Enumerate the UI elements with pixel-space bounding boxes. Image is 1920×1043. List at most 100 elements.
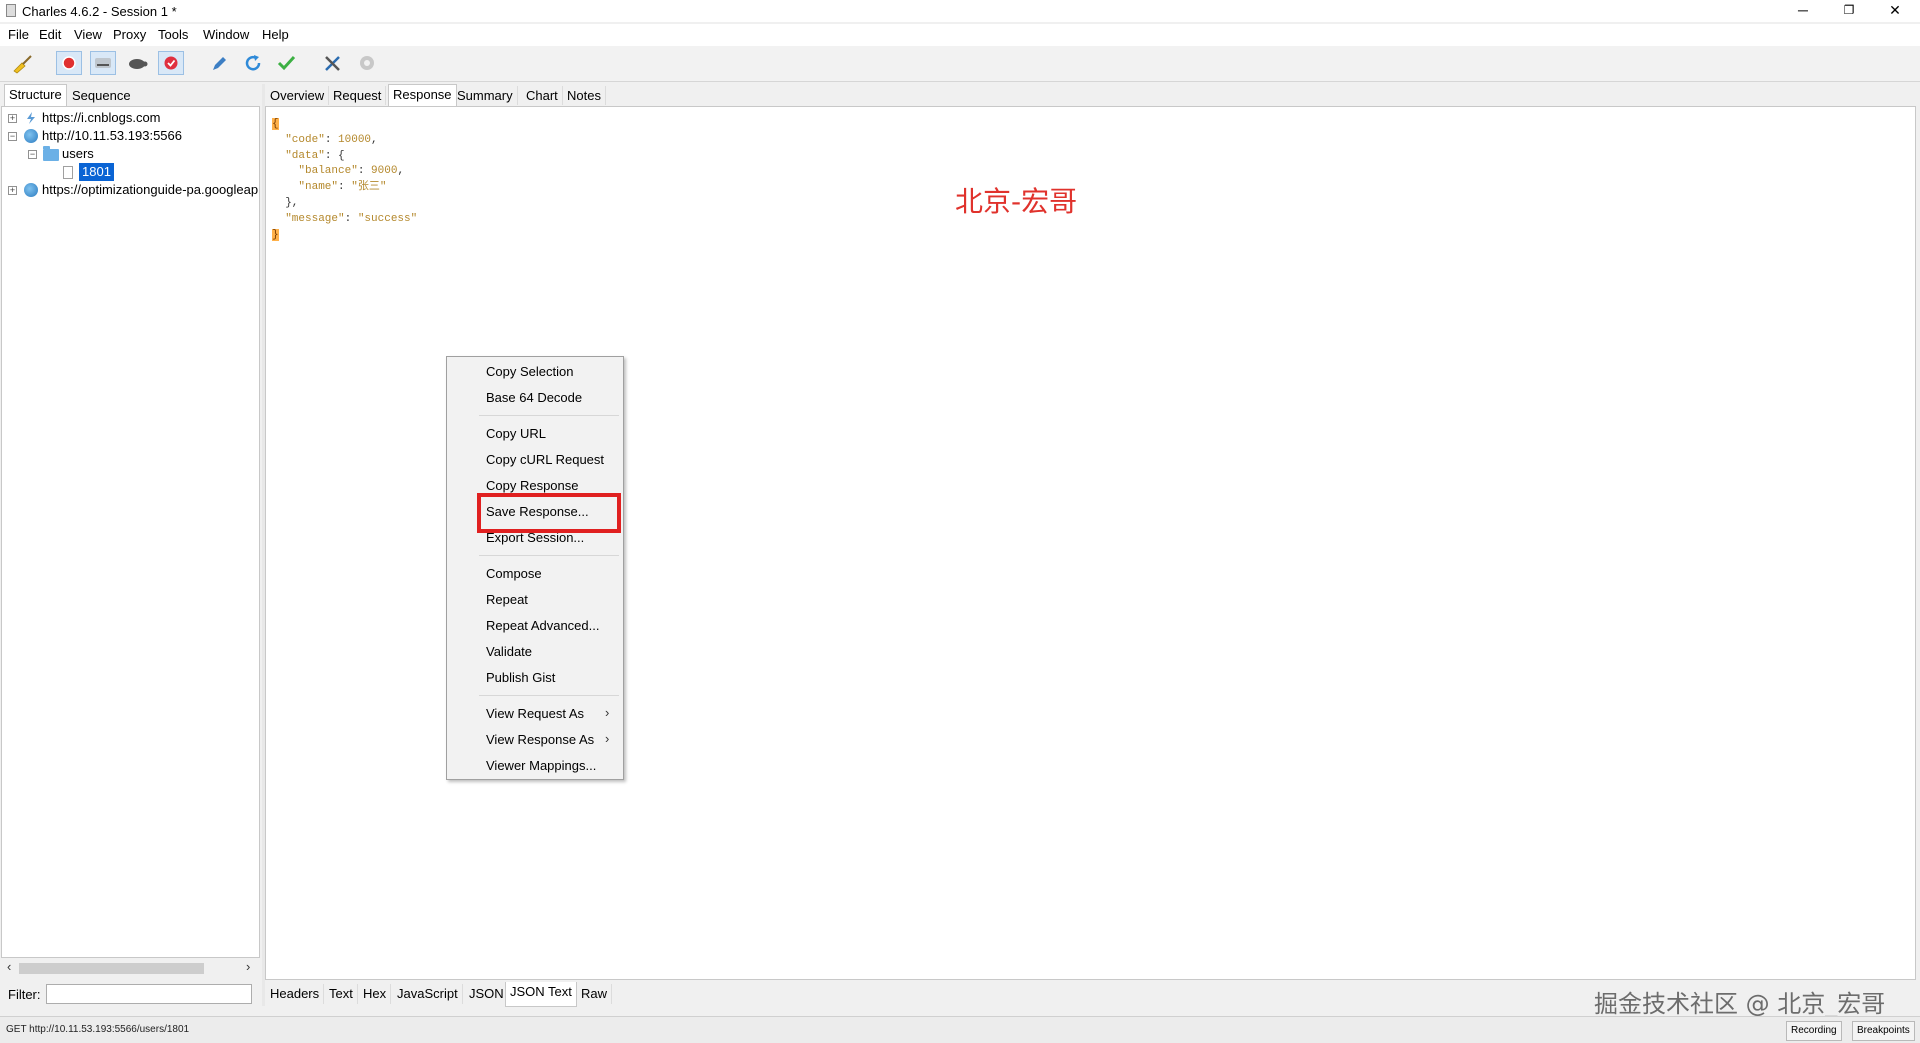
globe-icon — [24, 183, 38, 197]
toolbar — [0, 46, 1920, 82]
json-close-brace: } — [272, 228, 279, 241]
left-panel-tabs: Structure Sequence — [0, 84, 262, 107]
collapse-icon[interactable]: − — [8, 132, 17, 141]
tree-folder-label: users — [62, 146, 94, 161]
globe-icon — [24, 129, 38, 143]
tab-raw[interactable]: Raw — [577, 984, 613, 1004]
expand-icon[interactable]: + — [8, 114, 17, 123]
menu-repeat[interactable]: Repeat — [486, 592, 528, 607]
menu-separator — [479, 555, 619, 556]
menu-copy-url[interactable]: Copy URL — [486, 426, 546, 441]
throttle-icon[interactable] — [90, 51, 116, 75]
breakpoints-button[interactable]: Breakpoints — [1852, 1021, 1915, 1041]
menu-viewer-mappings[interactable]: Viewer Mappings... — [486, 758, 596, 773]
collapse-icon[interactable]: − — [28, 150, 37, 159]
menu-file[interactable]: File — [8, 27, 29, 42]
restore-button[interactable]: ❐ — [1826, 0, 1872, 22]
menu-bar: File Edit View Proxy Tools Window Help — [0, 24, 1920, 46]
menu-separator — [479, 695, 619, 696]
tab-sequence[interactable]: Sequence — [68, 86, 135, 105]
tab-text[interactable]: Text — [325, 984, 358, 1004]
lightning-icon — [27, 112, 35, 124]
menu-copy-curl[interactable]: Copy cURL Request — [486, 452, 604, 467]
menu-publish-gist[interactable]: Publish Gist — [486, 670, 555, 685]
menu-validate[interactable]: Validate — [486, 644, 532, 659]
broom-icon[interactable] — [9, 51, 35, 75]
menu-view[interactable]: View — [74, 27, 102, 42]
settings-icon[interactable] — [354, 51, 380, 75]
tab-json[interactable]: JSON — [465, 984, 509, 1004]
tab-notes[interactable]: Notes — [563, 86, 606, 105]
menu-view-request-as[interactable]: View Request As — [486, 706, 584, 721]
context-menu: Copy Selection Base 64 Decode Copy URL C… — [446, 356, 624, 780]
submenu-arrow-icon: › — [605, 731, 610, 746]
scroll-right-icon[interactable]: › — [246, 959, 250, 974]
menu-tools[interactable]: Tools — [158, 27, 188, 42]
tree-host-label: https://optimizationguide-pa.googleapis.… — [42, 182, 259, 197]
tab-chart[interactable]: Chart — [522, 86, 563, 105]
status-bar: GET http://10.11.53.193:5566/users/1801 … — [0, 1016, 1920, 1043]
tab-summary[interactable]: Summary — [453, 86, 518, 105]
tree-horizontal-scrollbar[interactable]: ‹ › — [1, 958, 260, 978]
pen-icon[interactable] — [206, 51, 232, 75]
folder-icon — [43, 146, 59, 161]
json-key: "balance" — [298, 165, 358, 178]
scrollbar-thumb[interactable] — [19, 963, 204, 974]
menu-copy-selection[interactable]: Copy Selection — [486, 364, 573, 379]
menu-help[interactable]: Help — [262, 27, 289, 42]
tree-host-label: https://i.cnblogs.com — [42, 110, 161, 125]
json-key: "data" — [285, 149, 325, 162]
check-icon[interactable] — [274, 51, 300, 75]
recording-button[interactable]: Recording — [1786, 1021, 1842, 1041]
menu-copy-response[interactable]: Copy Response — [486, 478, 579, 493]
tab-json-text[interactable]: JSON Text — [505, 982, 577, 1007]
menu-base64-decode[interactable]: Base 64 Decode — [486, 390, 582, 405]
json-value: "success" — [357, 212, 418, 225]
title-bar: Charles 4.6.2 - Session 1 * ─ ❐ ✕ — [0, 0, 1920, 22]
window-title: Charles 4.6.2 - Session 1 * — [22, 4, 177, 19]
refresh-icon[interactable] — [240, 51, 266, 75]
menu-view-response-as[interactable]: View Response As — [486, 732, 594, 747]
menu-repeat-advanced[interactable]: Repeat Advanced... — [486, 618, 599, 633]
json-value: 10000 — [338, 133, 372, 146]
expand-icon[interactable]: + — [8, 186, 17, 195]
watermark-text: 北京-宏哥 — [955, 185, 1078, 218]
tree-row-host3[interactable]: + https://optimizationguide-pa.googleapi… — [2, 181, 259, 199]
tree-row-host1[interactable]: + https://i.cnblogs.com — [2, 109, 259, 127]
json-key: "code" — [285, 133, 325, 146]
tab-request[interactable]: Request — [329, 86, 387, 105]
json-text-view[interactable]: { "code": 10000, "data": { "balance": 90… — [272, 117, 417, 243]
submenu-arrow-icon: › — [605, 705, 610, 720]
menu-separator — [479, 415, 619, 416]
menu-proxy[interactable]: Proxy — [113, 27, 146, 42]
tab-javascript[interactable]: JavaScript — [393, 984, 463, 1004]
tab-structure[interactable]: Structure — [4, 84, 67, 107]
watermark-text: 掘金技术社区 @ 北京_宏哥 — [1594, 990, 1886, 1018]
file-icon — [63, 166, 73, 179]
tab-response[interactable]: Response — [388, 84, 457, 107]
tree-host-label: http://10.11.53.193:5566 — [42, 128, 182, 143]
tree-row-host2[interactable]: − http://10.11.53.193:5566 — [2, 127, 259, 145]
turtle-icon[interactable] — [124, 51, 150, 75]
menu-compose[interactable]: Compose — [486, 566, 542, 581]
close-button[interactable]: ✕ — [1872, 0, 1918, 22]
json-key: "name" — [298, 181, 339, 194]
scroll-left-icon[interactable]: ‹ — [7, 959, 11, 974]
status-text: GET http://10.11.53.193:5566/users/1801 — [6, 1024, 190, 1035]
minimize-button[interactable]: ─ — [1780, 0, 1826, 22]
tree-row-1801[interactable]: 1801 — [2, 163, 259, 181]
filter-label: Filter: — [8, 987, 41, 1002]
menu-edit[interactable]: Edit — [39, 27, 61, 42]
tab-hex[interactable]: Hex — [359, 984, 392, 1004]
tools-icon[interactable] — [320, 51, 346, 75]
tree-leaf-label: 1801 — [79, 163, 114, 181]
filter-input[interactable] — [46, 984, 252, 1004]
menu-window[interactable]: Window — [203, 27, 249, 42]
tab-overview[interactable]: Overview — [266, 86, 330, 105]
breakpoint-icon[interactable] — [158, 51, 184, 75]
structure-tree: + https://i.cnblogs.com − http://10.11.5… — [1, 106, 260, 958]
record-icon[interactable] — [56, 51, 82, 75]
json-open-brace: { — [272, 118, 279, 130]
tab-headers[interactable]: Headers — [266, 984, 325, 1004]
tree-row-users[interactable]: − users — [2, 145, 259, 163]
